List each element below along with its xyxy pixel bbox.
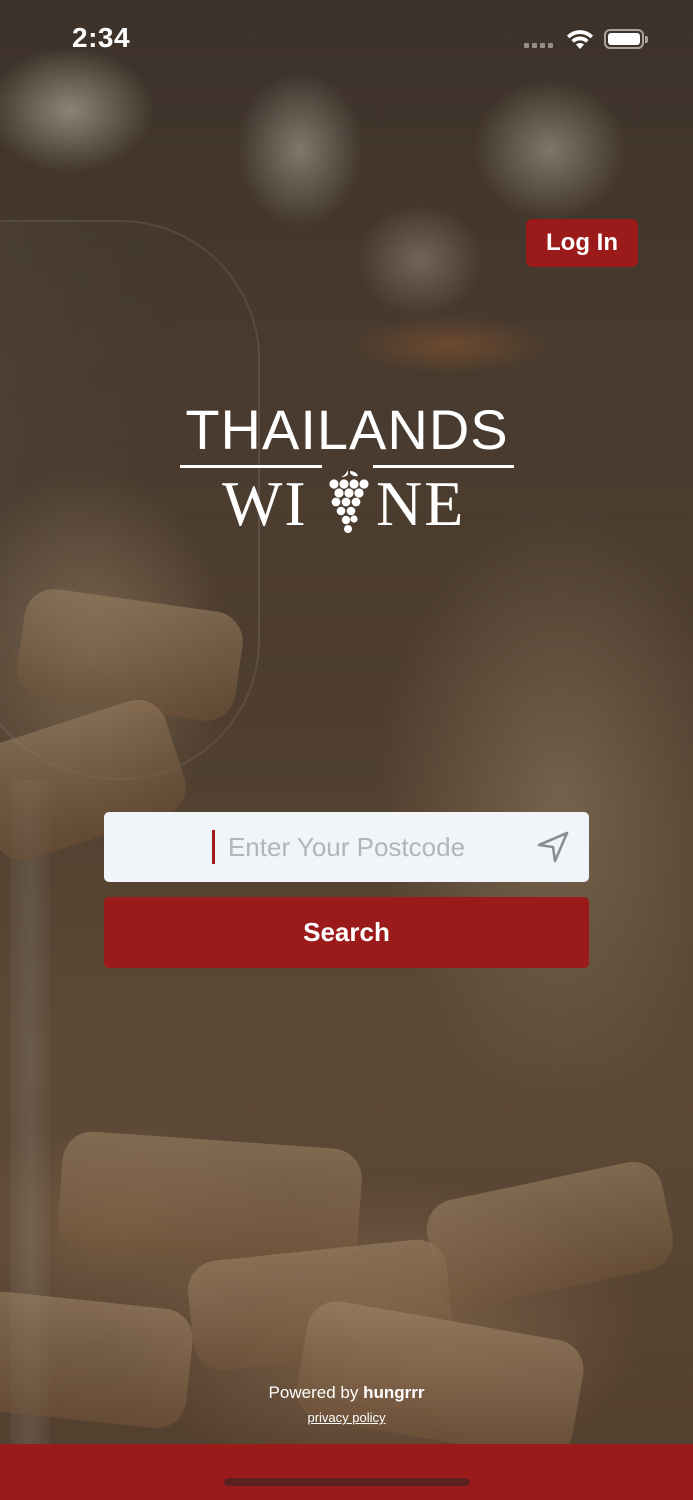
postcode-input[interactable] (104, 812, 589, 882)
logo-line-1: THAILANDS (185, 398, 509, 461)
logo-line-2-left: WI (222, 468, 308, 539)
bottom-bar (0, 1444, 693, 1500)
home-indicator[interactable] (224, 1478, 470, 1486)
login-button[interactable]: Log In (526, 219, 638, 267)
thailands-wine-logo: THAILANDS WI NE (180, 400, 514, 540)
status-time: 2:34 (72, 22, 131, 53)
text-cursor (212, 830, 215, 864)
wifi-icon (567, 30, 593, 49)
powered-by-prefix: Powered by (268, 1383, 359, 1402)
search-button[interactable]: Search (104, 897, 589, 968)
privacy-policy-link[interactable]: privacy policy (0, 1410, 693, 1425)
postcode-field[interactable] (104, 812, 589, 882)
cellular-signal-icon (524, 43, 553, 48)
logo-line-2-right: NE (376, 468, 466, 539)
battery-icon (604, 29, 648, 49)
status-bar: 2:34 (0, 0, 693, 80)
location-arrow-icon[interactable] (536, 830, 570, 864)
powered-by-text: Powered by hungrrr (0, 1383, 693, 1403)
powered-by-brand: hungrrr (363, 1383, 425, 1402)
grape-icon (329, 470, 369, 533)
